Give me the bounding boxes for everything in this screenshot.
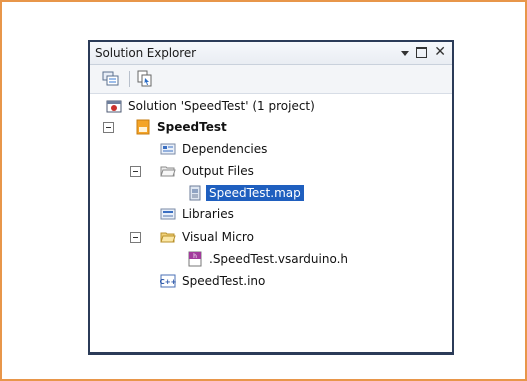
map-file-icon [189, 185, 201, 201]
tree-item-output-files[interactable]: Output Files [160, 161, 254, 181]
references-icon [160, 143, 176, 155]
toolbar-separator [129, 71, 130, 87]
tree-item-libraries[interactable]: Libraries [160, 204, 234, 224]
folder-open-yellow-icon [160, 232, 176, 243]
properties-icon[interactable] [101, 70, 121, 88]
toolbar [90, 65, 452, 94]
tree-item-speedtest-map[interactable]: SpeedTest.map [187, 183, 304, 203]
tree-item-visual-micro[interactable]: Visual Micro [160, 227, 254, 247]
libraries-label: Libraries [182, 207, 234, 221]
solution-icon [106, 100, 122, 113]
collapse-output-files-icon[interactable] [130, 166, 141, 177]
title-bar: Solution Explorer ✕ [90, 42, 452, 65]
collapse-project-icon[interactable] [103, 122, 114, 133]
folder-open-icon [160, 166, 176, 177]
tree-item-vsarduino-h[interactable]: h .SpeedTest.vsarduino.h [187, 249, 348, 269]
tree-item-solution[interactable]: Solution 'SpeedTest' (1 project) [106, 96, 315, 116]
cpp-file-icon: C++ [160, 274, 176, 288]
tree-item-dependencies[interactable]: Dependencies [160, 139, 267, 159]
project-icon [136, 119, 150, 135]
solution-explorer-window: Solution Explorer ✕ Solution 'SpeedTest'… [88, 40, 454, 355]
close-icon[interactable]: ✕ [434, 45, 446, 59]
tree-item-project[interactable]: SpeedTest [135, 117, 227, 137]
libraries-icon [160, 208, 176, 220]
maximize-icon[interactable] [416, 46, 428, 58]
dependencies-label: Dependencies [182, 142, 268, 156]
window-controls: ✕ [401, 45, 446, 59]
vsarduino-h-label: .SpeedTest.vsarduino.h [209, 252, 349, 266]
speedtest-map-label: SpeedTest.map [206, 185, 304, 201]
svg-text:h: h [193, 253, 197, 260]
collapse-visual-micro-icon[interactable] [130, 232, 141, 243]
svg-text:C++: C++ [160, 278, 176, 286]
solution-label: Solution 'SpeedTest' (1 project) [128, 99, 315, 113]
solution-tree: Solution 'SpeedTest' (1 project) SpeedTe… [90, 94, 452, 352]
project-label: SpeedTest [157, 120, 227, 134]
panel-title: Solution Explorer [95, 46, 196, 60]
speedtest-ino-label: SpeedTest.ino [182, 274, 266, 288]
show-all-files-icon[interactable] [135, 70, 155, 88]
header-file-icon: h [188, 251, 202, 267]
output-files-label: Output Files [182, 164, 254, 178]
screenshot-frame: Solution Explorer ✕ Solution 'SpeedTest'… [0, 0, 527, 381]
visual-micro-label: Visual Micro [182, 230, 254, 244]
solution-explorer-panel: Solution Explorer ✕ Solution 'SpeedTest'… [90, 42, 452, 352]
dropdown-arrow-icon[interactable] [401, 50, 410, 56]
tree-item-speedtest-ino[interactable]: C++ SpeedTest.ino [160, 271, 265, 291]
